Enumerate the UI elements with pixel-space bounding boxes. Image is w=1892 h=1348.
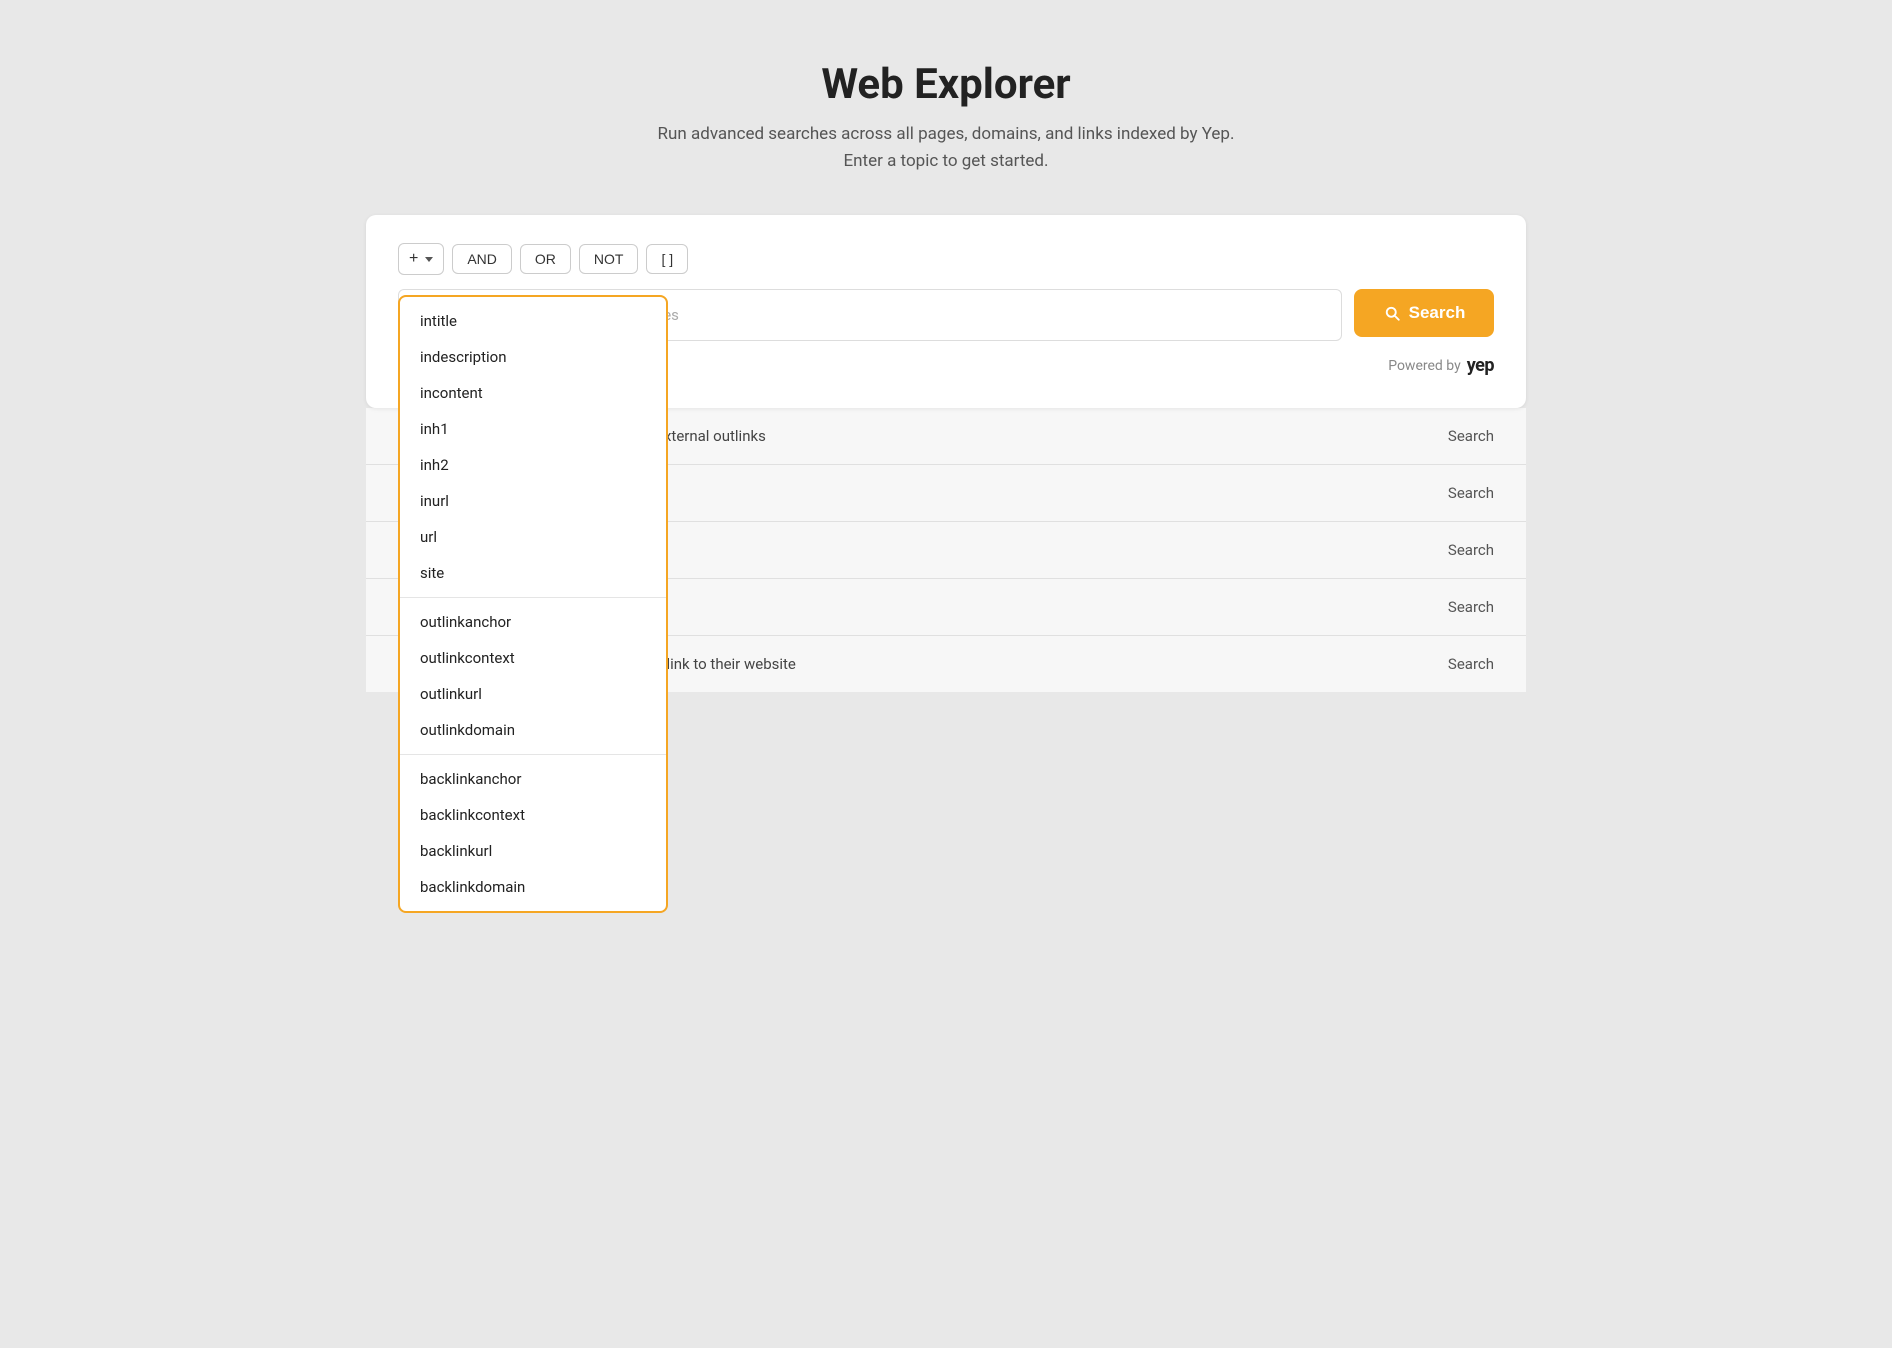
search-button-label: Search (1409, 303, 1466, 323)
plus-label: + (409, 250, 418, 268)
or-button[interactable]: OR (520, 244, 571, 274)
dropdown-group-3: backlinkanchorbacklinkcontextbacklinkurl… (400, 754, 666, 911)
and-button[interactable]: AND (452, 244, 512, 274)
dropdown-group-2: outlinkanchoroutlinkcontextoutlinkurlout… (400, 597, 666, 754)
not-button[interactable]: NOT (579, 244, 639, 274)
page-title: Web Explorer (658, 60, 1235, 109)
dropdown-item-indescription[interactable]: indescription (400, 339, 666, 375)
example-search-link[interactable]: Search (1448, 427, 1494, 445)
group-button[interactable]: [ ] (646, 244, 688, 274)
dropdown-item-backlinkanchor[interactable]: backlinkanchor (400, 761, 666, 797)
toolbar: + AND OR NOT [ ] (398, 243, 1494, 275)
dropdown-item-incontent[interactable]: incontent (400, 375, 666, 411)
example-search-link[interactable]: Search (1448, 484, 1494, 502)
dropdown-item-inh1[interactable]: inh1 (400, 411, 666, 447)
plus-dropdown-button[interactable]: + (398, 243, 444, 275)
dropdown-item-url[interactable]: url (400, 519, 666, 555)
search-button[interactable]: Search (1354, 289, 1494, 337)
dropdown-item-site[interactable]: site (400, 555, 666, 591)
powered-by-prefix: Powered by (1388, 358, 1461, 374)
dropdown-item-inurl[interactable]: inurl (400, 483, 666, 519)
example-search-link[interactable]: Search (1448, 655, 1494, 673)
dropdown-item-backlinkdomain[interactable]: backlinkdomain (400, 869, 666, 905)
search-icon (1383, 304, 1401, 322)
yep-logo: yep (1467, 355, 1494, 376)
dropdown-item-outlinkcontext[interactable]: outlinkcontext (400, 640, 666, 676)
operator-dropdown: intitleindescriptionincontentinh1inh2inu… (398, 295, 668, 913)
dropdown-item-outlinkurl[interactable]: outlinkurl (400, 676, 666, 712)
page-subtitle-line2: Enter a topic to get started. (658, 148, 1235, 175)
dropdown-item-outlinkdomain[interactable]: outlinkdomain (400, 712, 666, 748)
dropdown-item-inh2[interactable]: inh2 (400, 447, 666, 483)
dropdown-item-intitle[interactable]: intitle (400, 303, 666, 339)
dropdown-item-backlinkcontext[interactable]: backlinkcontext (400, 797, 666, 833)
page-subtitle-line1: Run advanced searches across all pages, … (658, 121, 1235, 148)
page-wrapper: Web Explorer Run advanced searches acros… (0, 0, 1892, 1348)
chevron-down-icon (425, 257, 433, 262)
dropdown-group-1: intitleindescriptionincontentinh1inh2inu… (400, 297, 666, 597)
dropdown-item-outlinkanchor[interactable]: outlinkanchor (400, 604, 666, 640)
main-card: + AND OR NOT [ ] earch operators to powe… (366, 215, 1526, 408)
page-header: Web Explorer Run advanced searches acros… (658, 60, 1235, 175)
example-search-link[interactable]: Search (1448, 598, 1494, 616)
dropdown-item-backlinkurl[interactable]: backlinkurl (400, 833, 666, 869)
example-search-link[interactable]: Search (1448, 541, 1494, 559)
